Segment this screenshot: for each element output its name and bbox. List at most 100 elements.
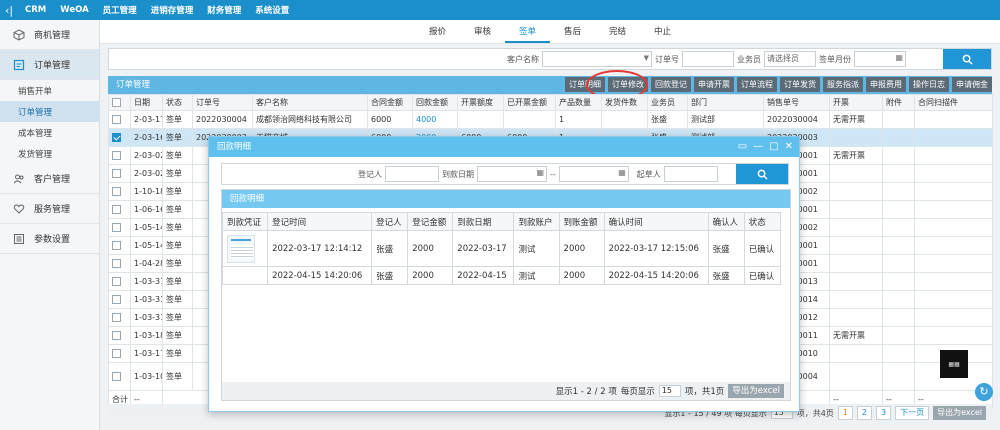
receipt-thumbnail-cell[interactable] [221, 230, 269, 267]
next-page-button[interactable]: 下一页 [895, 406, 930, 420]
tab-quote[interactable]: 报价 [415, 21, 460, 43]
close-icon[interactable]: ✕ [785, 137, 793, 157]
row-checkbox[interactable] [108, 362, 131, 391]
service-assign-button[interactable]: 服务指派 [823, 77, 863, 92]
drafter-input[interactable] [663, 166, 718, 182]
tab-review[interactable]: 审核 [460, 21, 505, 43]
table-cell [882, 200, 915, 219]
nav-inventory[interactable]: 进销存管理 [144, 4, 201, 16]
nav-weoa[interactable]: WeOA [53, 5, 95, 15]
export-excel-button[interactable]: 导出为excel [933, 406, 986, 420]
table-cell: 签单 [162, 308, 193, 327]
modal-per-page-select[interactable]: 15 [658, 385, 681, 397]
minimize-icon[interactable]: — [753, 137, 763, 157]
search-button[interactable] [943, 49, 991, 69]
sales-input[interactable]: 请选择员 [764, 51, 816, 67]
apply-commission-button[interactable]: 申请佣金 [952, 77, 992, 92]
order-ship-button[interactable]: 订单发货 [780, 77, 820, 92]
table-cell: 张盛 [707, 266, 745, 285]
row-checkbox[interactable] [108, 344, 131, 363]
table-header-cell: 合同金额 [367, 94, 413, 111]
nav-settings[interactable]: 系统设置 [248, 4, 296, 16]
sidebar-sub-order-manage[interactable]: 订单管理 [0, 101, 99, 122]
nav-finance[interactable]: 财务管理 [200, 4, 248, 16]
order-no-input[interactable] [682, 51, 734, 67]
sidebar-item-service[interactable]: 服务管理 [0, 194, 99, 224]
table-cell[interactable]: 4000 [412, 110, 458, 129]
nav-crm[interactable]: CRM [18, 5, 53, 15]
row-checkbox[interactable] [108, 308, 131, 327]
sidebar-item-opportunity[interactable]: 商机管理 [0, 20, 99, 50]
page-2-button[interactable]: 2 [856, 406, 872, 420]
registrant-input[interactable] [385, 166, 439, 182]
calendar-icon: ▦ [895, 53, 903, 62]
row-checkbox[interactable] [108, 272, 131, 291]
row-checkbox[interactable] [108, 326, 131, 345]
sidebar-item-customer[interactable]: 客户管理 [0, 164, 99, 194]
date-start-input[interactable]: ▦ [477, 166, 547, 182]
drafter-label: 起草人 [636, 169, 661, 179]
tab-aborted[interactable]: 中止 [640, 21, 685, 43]
modal-search-button[interactable] [736, 164, 788, 184]
row-checkbox[interactable] [108, 110, 131, 129]
table-cell: 1-06-16 [130, 200, 163, 219]
declare-expense-button[interactable]: 申报费用 [866, 77, 906, 92]
search-icon [962, 54, 973, 65]
sidebar-item-label: 订单管理 [34, 61, 71, 71]
receipt-thumbnail-cell[interactable] [221, 266, 269, 285]
table-cell: 2-03-16 [130, 128, 163, 147]
tab-complete[interactable]: 完结 [595, 21, 640, 43]
order-flow-button[interactable]: 订单流程 [737, 77, 777, 92]
row-checkbox[interactable] [108, 146, 131, 165]
select-all-checkbox[interactable] [108, 94, 131, 111]
sidebar-item-params[interactable]: 参数设置 [0, 224, 99, 254]
modal-title: 回款明细 [217, 142, 252, 152]
sidebar-sub-sales[interactable]: 销售开单 [0, 80, 99, 101]
apply-invoice-button[interactable]: 申请开票 [694, 77, 734, 92]
operation-log-button[interactable]: 操作日志 [909, 77, 949, 92]
row-checkbox[interactable] [108, 290, 131, 309]
month-input[interactable]: ▦ [854, 51, 906, 67]
sidebar-sub-cost[interactable]: 成本管理 [0, 122, 99, 143]
sidebar: 商机管理 订单管理 销售开单 订单管理 成本管理 发货管理 客户管理 服务管理 … [0, 20, 100, 430]
row-checkbox[interactable] [108, 200, 131, 219]
table-cell: 无需开票 [829, 146, 883, 165]
modal-export-excel-button[interactable]: 导出为excel [728, 384, 784, 398]
row-checkbox[interactable] [108, 218, 131, 237]
table-header-cell: 产品数量 [555, 94, 602, 111]
row-checkbox[interactable] [108, 254, 131, 273]
row-checkbox[interactable] [108, 128, 131, 147]
sidebar-item-order[interactable]: 订单管理 [0, 50, 99, 80]
maximize-icon[interactable]: □ [769, 137, 778, 157]
page-1-button[interactable]: 1 [837, 406, 853, 420]
table-cell: 签单 [162, 326, 193, 345]
receipt-thumbnail[interactable] [227, 234, 255, 263]
row-checkbox[interactable] [108, 164, 131, 183]
table-cell [882, 164, 915, 183]
row-checkbox[interactable] [108, 182, 131, 201]
refresh-icon[interactable]: ↻ [975, 383, 993, 401]
qr-code-thumbnail[interactable]: ▦▦ [940, 350, 968, 378]
table-row[interactable]: 2022-03-17 12:14:12 张盛 2000 2022-03-17 测试 200… [221, 230, 782, 267]
table-row[interactable]: 2022-04-15 14:20:06 张盛 2000 2022-04-15 测试 200… [221, 266, 782, 285]
table-cell: 2022-03-17 12:15:06 [603, 230, 709, 267]
table-cell [914, 110, 993, 129]
tab-signed[interactable]: 签单 [504, 21, 550, 43]
back-icon[interactable]: ‹| [0, 4, 18, 17]
table-cell [882, 182, 915, 201]
table-header-cell: 回款金额 [412, 94, 458, 111]
table-row[interactable]: 2-03-17 签单 2022030004 成都领治网络科技有限公司 6000 4000 1… [108, 110, 993, 129]
table-cell [829, 290, 883, 309]
payment-register-button[interactable]: 回款登记 [651, 77, 691, 92]
tab-aftersale[interactable]: 售后 [550, 21, 595, 43]
nav-staff[interactable]: 员工管理 [96, 4, 144, 16]
restore-icon[interactable]: ▭ [738, 137, 747, 157]
sidebar-sub-shipping[interactable]: 发货管理 [0, 143, 99, 164]
customer-select[interactable]: ▼ [542, 51, 652, 67]
row-checkbox[interactable] [108, 236, 131, 255]
table-cell: 2022030004 [763, 110, 830, 129]
table-header-cell: 销售单号 [763, 94, 830, 111]
date-end-input[interactable]: ▦ [558, 166, 629, 182]
table-cell: 签单 [162, 254, 193, 273]
page-3-button[interactable]: 3 [875, 406, 892, 420]
